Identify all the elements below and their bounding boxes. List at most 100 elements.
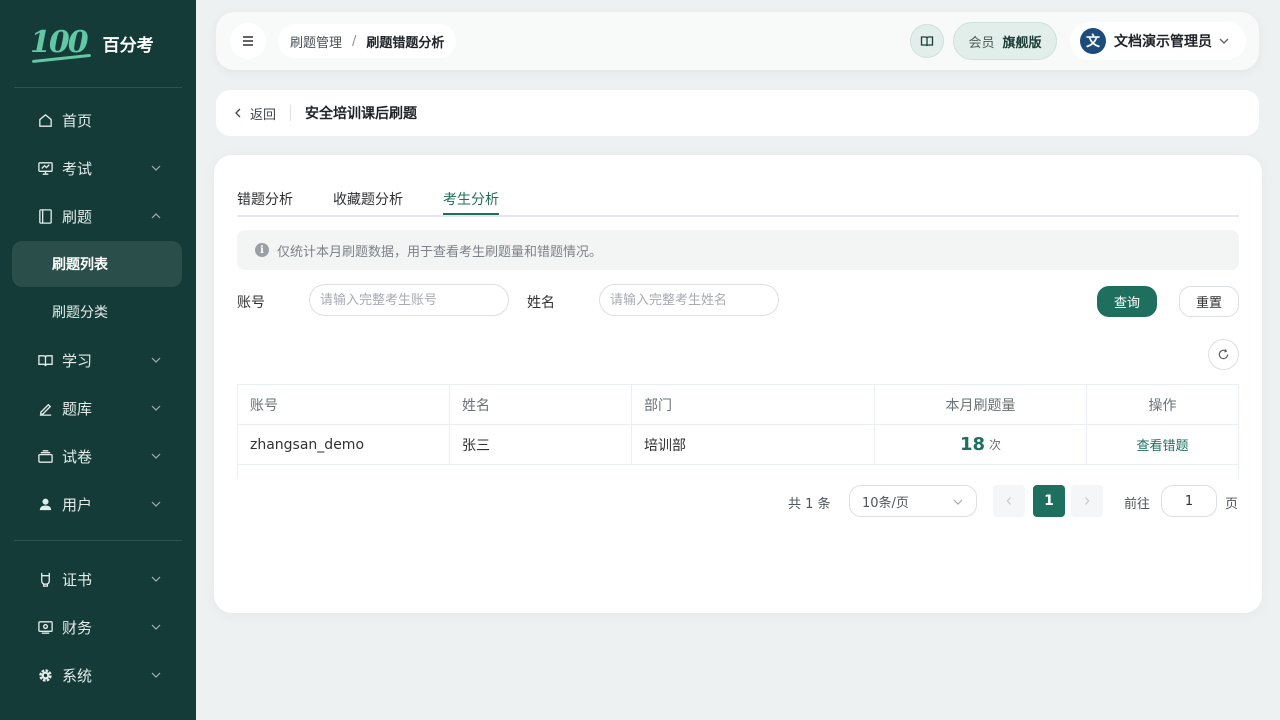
reset-button[interactable]: 重置 (1179, 286, 1239, 317)
sidebar-item-papers[interactable]: 试卷 (12, 433, 182, 479)
sidebar-item-label: 题库 (62, 399, 93, 418)
tab-active-indicator (443, 213, 499, 215)
breadcrumb-separator: / (352, 33, 357, 49)
sidebar-item-finance[interactable]: 财务 (12, 604, 182, 650)
app-logo[interactable]: 100 百分考 (30, 24, 154, 62)
view-wrong-questions-link[interactable]: 查看错题 (1136, 435, 1188, 454)
chevron-down-icon (151, 405, 161, 411)
name-label: 姓名 (527, 295, 555, 311)
chevron-left-icon (235, 108, 241, 118)
pagination: 共 1 条 10条/页 1 前往 页 (214, 485, 1262, 517)
sidebar-item-certificates[interactable]: 证书 (12, 556, 182, 602)
sidebar-item-exam[interactable]: 考试 (12, 145, 182, 191)
chevron-down-icon (151, 357, 161, 363)
chevron-down-icon (151, 453, 161, 459)
back-button[interactable]: 返回 (216, 104, 276, 123)
sidebar-item-label: 刷题 (62, 207, 93, 226)
logo-mark: 100 (30, 25, 89, 60)
member-level: 旗舰版 (1002, 35, 1042, 51)
sidebar-subitem-practice-list[interactable]: 刷题列表 (12, 241, 182, 287)
sidebar-item-label: 用户 (62, 495, 93, 514)
notice-text: 仅统计本月刷题数据，用于查看考生刷题量和错题情况。 (277, 244, 603, 260)
goto-suffix: 页 (1225, 497, 1239, 512)
cell-monthly-count: 18 次 (875, 425, 1087, 464)
hamburger-icon (243, 36, 253, 46)
sidebar: 100 百分考 首页 考试 刷题 刷题列表 刷题分类 学习 题库 试卷 用户 证… (0, 0, 196, 720)
sidebar-item-label: 学习 (62, 351, 93, 370)
certificate-icon (36, 570, 54, 588)
table-row: zhangsan_demo 张三 培训部 18 次 查看错题 (238, 425, 1238, 465)
cell-account: zhangsan_demo (238, 425, 450, 464)
gear-icon (36, 666, 54, 684)
chevron-down-icon (151, 576, 161, 582)
column-header-department: 部门 (632, 385, 875, 424)
chevron-down-icon (151, 165, 161, 171)
name-input[interactable] (599, 284, 779, 316)
cell-department: 培训部 (632, 425, 875, 464)
page-number-current[interactable]: 1 (1033, 485, 1065, 517)
page-title: 安全培训课后刷题 (305, 106, 418, 122)
user-menu[interactable]: 文 文档演示管理员 (1070, 22, 1246, 60)
info-notice: i 仅统计本月刷题数据，用于查看考生刷题量和错题情况。 (237, 230, 1239, 270)
sidebar-item-users[interactable]: 用户 (12, 481, 182, 527)
refresh-icon (1218, 349, 1229, 360)
breadcrumb-item-current: 刷题错题分析 (366, 35, 445, 51)
menu-toggle-button[interactable] (230, 23, 266, 59)
sidebar-item-home[interactable]: 首页 (12, 97, 182, 143)
query-button[interactable]: 查询 (1097, 286, 1157, 317)
sidebar-subitem-label: 刷题列表 (52, 257, 108, 273)
count-value: 18 (959, 434, 986, 455)
docs-button[interactable] (910, 24, 944, 58)
content-card: 错题分析 收藏题分析 考生分析 i 仅统计本月刷题数据，用于查看考生刷题量和错题… (214, 155, 1262, 613)
refresh-button[interactable] (1208, 339, 1239, 370)
book-icon (920, 36, 934, 47)
paper-stack-icon (36, 447, 54, 465)
sidebar-item-label: 考试 (62, 159, 93, 178)
sidebar-subitem-label: 刷题分类 (52, 305, 108, 321)
goto-page-input[interactable] (1161, 485, 1217, 517)
next-page-button[interactable] (1071, 485, 1103, 517)
page-back-bar: 返回 安全培训课后刷题 (216, 90, 1259, 136)
breadcrumb-item-practice-management[interactable]: 刷题管理 (290, 32, 342, 51)
sidebar-item-label: 财务 (62, 618, 93, 637)
column-header-actions: 操作 (1148, 397, 1177, 414)
home-icon (36, 111, 54, 129)
sidebar-subitem-practice-category[interactable]: 刷题分类 (12, 289, 182, 335)
sidebar-item-practice[interactable]: 刷题 (12, 193, 182, 239)
membership-badge[interactable]: 会员 旗舰版 (953, 22, 1057, 60)
sidebar-divider (14, 540, 182, 541)
top-header: 刷题管理 / 刷题错题分析 会员 旗舰版 文 文档演示管理员 (216, 12, 1259, 70)
back-label: 返回 (250, 107, 277, 123)
tab-bar: 错题分析 收藏题分析 考生分析 (237, 187, 1239, 217)
tab-favorite-analysis[interactable]: 收藏题分析 (333, 189, 403, 217)
breadcrumb: 刷题管理 / 刷题错题分析 (278, 24, 457, 58)
sidebar-item-label: 首页 (62, 111, 93, 130)
sidebar-item-label: 系统 (62, 666, 93, 685)
column-header-account: 账号 (238, 385, 450, 424)
sidebar-item-label: 证书 (62, 570, 93, 589)
prev-page-button[interactable] (993, 485, 1025, 517)
page-size-select[interactable]: 10条/页 (849, 485, 977, 517)
wallet-icon (36, 618, 54, 636)
user-icon (36, 495, 54, 513)
account-input[interactable] (309, 284, 509, 316)
column-header-name: 姓名 (450, 385, 632, 424)
chevron-down-icon (151, 624, 161, 630)
chevron-left-icon (1006, 497, 1012, 505)
exam-board-icon (36, 159, 54, 177)
column-header-monthly-count: 本月刷题量 (875, 385, 1087, 424)
chevron-right-icon (1084, 497, 1090, 505)
cell-name: 张三 (450, 425, 632, 464)
user-name: 文档演示管理员 (1114, 34, 1212, 50)
sidebar-item-question-bank[interactable]: 题库 (12, 385, 182, 431)
pen-icon (36, 399, 54, 417)
tab-wrong-analysis[interactable]: 错题分析 (237, 189, 293, 217)
member-label: 会员 (968, 35, 995, 51)
account-label: 账号 (237, 295, 265, 311)
sidebar-item-study[interactable]: 学习 (12, 337, 182, 383)
sidebar-item-system[interactable]: 系统 (12, 652, 182, 698)
goto-label: 前往 (1124, 497, 1151, 512)
sidebar-item-label: 试卷 (62, 447, 93, 466)
chevron-down-icon (1219, 38, 1229, 44)
chevron-down-icon (953, 499, 963, 505)
